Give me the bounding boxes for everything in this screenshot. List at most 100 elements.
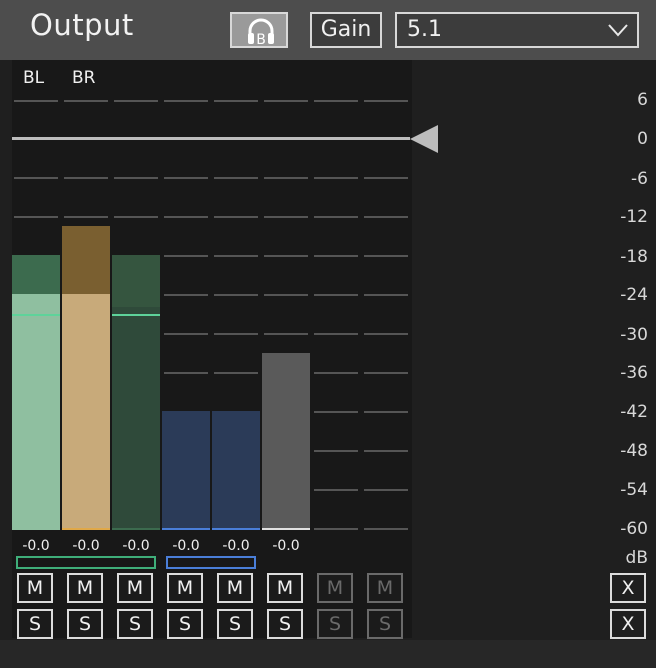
scale-unit: dB (625, 548, 648, 568)
grid-line (214, 294, 258, 296)
grid-line (164, 216, 208, 218)
peak-value: -0.0 (272, 538, 300, 554)
grid-line (214, 177, 258, 179)
solo-button[interactable]: S (167, 609, 203, 639)
grid-line (314, 450, 358, 452)
gain-button[interactable]: Gain (310, 12, 382, 48)
mute-button[interactable]: M (117, 573, 153, 603)
peak-hold-marker (12, 314, 60, 316)
grid-line (164, 333, 208, 335)
meter-base-line (62, 528, 110, 530)
grid-line (314, 216, 358, 218)
grid-line (264, 216, 308, 218)
level-fill (262, 353, 310, 528)
grid-line (64, 100, 108, 102)
grid-line (364, 528, 408, 530)
grid-line (314, 294, 358, 296)
peak-hold-region (62, 226, 110, 294)
grid-line (264, 177, 308, 179)
grid-line (314, 177, 358, 179)
grid-line (64, 177, 108, 179)
grid-line (14, 216, 58, 218)
grid-line (264, 255, 308, 257)
level-meter-bar (212, 411, 260, 530)
level-meter-bar (62, 226, 110, 530)
output-header: Output B Gain 5.1 (0, 0, 656, 60)
peak-value: -0.0 (172, 538, 200, 554)
chevron-down-icon (608, 24, 628, 37)
level-meter-bar (12, 255, 60, 530)
scale-label: -48 (620, 441, 648, 461)
scale-label: 0 (637, 129, 648, 149)
peak-value: -0.0 (72, 538, 100, 554)
grid-line (164, 294, 208, 296)
grid-line (364, 216, 408, 218)
meter-base-line (12, 528, 60, 530)
grid-line (314, 489, 358, 491)
grid-line (164, 255, 208, 257)
grid-line (214, 255, 258, 257)
close-x-button[interactable]: X (610, 573, 646, 603)
svg-text:B: B (256, 32, 266, 46)
mute-button[interactable]: M (167, 573, 203, 603)
grid-line (364, 100, 408, 102)
solo-button-disabled: S (367, 609, 403, 639)
grid-line (364, 333, 408, 335)
grid-line (214, 372, 258, 374)
meter-base-line (212, 528, 260, 530)
mute-button[interactable]: M (267, 573, 303, 603)
channel-layout-value: 5.1 (407, 17, 442, 42)
scale-label: -18 (620, 247, 648, 267)
level-meter-bar (262, 353, 310, 530)
gain-handle-arrow-icon[interactable] (410, 125, 438, 153)
meter-base-line (112, 528, 160, 530)
solo-button[interactable]: S (67, 609, 103, 639)
grid-line (364, 372, 408, 374)
solo-button[interactable]: S (217, 609, 253, 639)
mute-button-disabled: M (317, 573, 353, 603)
grid-line (14, 177, 58, 179)
footer-bar (0, 640, 656, 668)
zero-db-line (12, 137, 410, 140)
scale-label: 6 (637, 90, 648, 110)
mute-button[interactable]: M (17, 573, 53, 603)
solo-button[interactable]: S (17, 609, 53, 639)
scale-label: -24 (620, 285, 648, 305)
level-meter-bar (162, 411, 210, 530)
close-x-button[interactable]: X (610, 609, 646, 639)
level-fill (12, 294, 60, 528)
scale-label: -36 (620, 363, 648, 383)
channel-layout-select[interactable]: 5.1 (395, 12, 639, 48)
grid-line (314, 333, 358, 335)
grid-line (364, 411, 408, 413)
grid-line (264, 294, 308, 296)
grid-line (364, 489, 408, 491)
mute-button[interactable]: M (217, 573, 253, 603)
grid-line (364, 177, 408, 179)
scale-label: -30 (620, 325, 648, 345)
grid-line (164, 100, 208, 102)
headphones-b-icon: B (248, 18, 274, 46)
scale-label: -6 (631, 169, 648, 189)
peak-value: -0.0 (22, 538, 50, 554)
grid-line (314, 528, 358, 530)
scale-label: -60 (620, 519, 648, 539)
solo-button[interactable]: S (117, 609, 153, 639)
headphone-mode-button[interactable]: B (230, 12, 288, 48)
solo-button[interactable]: S (267, 609, 303, 639)
peak-value: -0.0 (222, 538, 250, 554)
grid-line (214, 100, 258, 102)
peak-hold-region (112, 255, 160, 307)
grid-line (364, 255, 408, 257)
mute-button[interactable]: M (67, 573, 103, 603)
level-fill (162, 411, 210, 528)
grid-line (214, 333, 258, 335)
channel-link-group-blue[interactable] (166, 556, 256, 569)
grid-line (114, 216, 158, 218)
channel-link-group-green[interactable] (16, 556, 156, 569)
grid-line (164, 372, 208, 374)
grid-line (264, 100, 308, 102)
grid-line (164, 177, 208, 179)
scale-label: -54 (620, 480, 648, 500)
grid-line (314, 372, 358, 374)
